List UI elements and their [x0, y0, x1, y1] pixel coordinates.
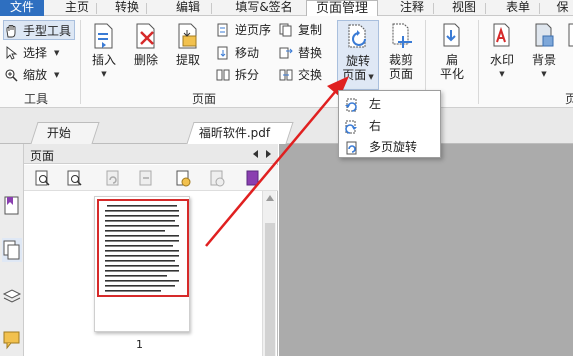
pdf-editor-window: 文件 主页 转换 编辑 填写&签名 页面管理 注释 视图 表单 保 手型工具 选…: [0, 0, 573, 356]
rotate-left-item[interactable]: 左: [339, 93, 440, 115]
rotate-right-label: 右: [369, 119, 382, 133]
rotate-left-icon: [345, 98, 357, 112]
rotate-dropdown-menu: 左 右 多页旋转: [338, 90, 441, 158]
annotation-arrow: [205, 76, 349, 247]
rotate-multiple-pages-icon: [346, 141, 357, 155]
rotate-right-icon: [345, 120, 357, 134]
rotate-right-item[interactable]: 右: [339, 115, 440, 137]
rotate-left-label: 左: [369, 97, 382, 111]
rotate-multiple-pages-item[interactable]: 多页旋转: [339, 136, 440, 158]
rotate-multiple-pages-label: 多页旋转: [369, 140, 418, 154]
